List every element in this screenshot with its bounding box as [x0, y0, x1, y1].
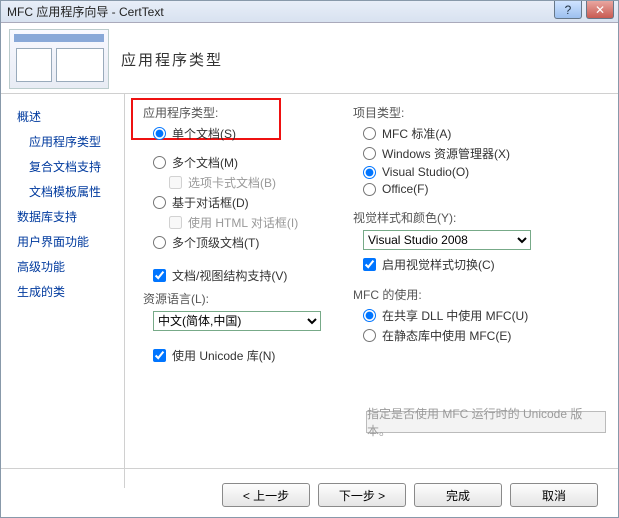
- footer-divider: [1, 468, 618, 469]
- resource-lang-row: 中文(简体,中国): [153, 311, 343, 331]
- sidebar-item-ui-features[interactable]: 用户界面功能: [1, 229, 124, 254]
- window-title: MFC 应用程序向导 - CertText: [7, 3, 164, 20]
- sidebar-item-overview[interactable]: 概述: [1, 104, 124, 129]
- sidebar-item-advanced[interactable]: 高级功能: [1, 254, 124, 279]
- cancel-button[interactable]: 取消: [510, 483, 598, 507]
- check-tabbed-doc: 选项卡式文档(B): [169, 174, 343, 191]
- sidebar-item-database[interactable]: 数据库支持: [1, 204, 124, 229]
- sidebar-item-app-type[interactable]: 应用程序类型: [1, 129, 124, 154]
- prev-button[interactable]: < 上一步: [222, 483, 310, 507]
- right-column: 项目类型: MFC 标准(A) Windows 资源管理器(X) Visual …: [353, 104, 593, 347]
- titlebar: MFC 应用程序向导 - CertText ? ✕: [1, 1, 618, 23]
- sidebar: 概述 应用程序类型 复合文档支持 文档模板属性 数据库支持 用户界面功能 高级功…: [1, 94, 125, 488]
- radio-office[interactable]: Office(F): [363, 182, 593, 196]
- help-icon: ?: [565, 3, 572, 17]
- check-use-unicode[interactable]: 使用 Unicode 库(N): [153, 347, 343, 364]
- sidebar-item-compound-doc[interactable]: 复合文档支持: [1, 154, 124, 179]
- radio-mfc-standard[interactable]: MFC 标准(A): [363, 125, 593, 142]
- radio-multi-doc[interactable]: 多个文档(M): [153, 154, 343, 171]
- radio-windows-explorer[interactable]: Windows 资源管理器(X): [363, 145, 593, 162]
- check-use-html-dialog: 使用 HTML 对话框(I): [169, 214, 343, 231]
- radio-visual-studio[interactable]: Visual Studio(O): [363, 165, 593, 179]
- page-title: 应用程序类型: [121, 49, 223, 70]
- radio-multi-top-doc[interactable]: 多个顶级文档(T): [153, 234, 343, 251]
- radio-single-doc[interactable]: 单个文档(S): [153, 125, 343, 142]
- wizard-header-icon: [9, 29, 109, 89]
- finish-button[interactable]: 完成: [414, 483, 502, 507]
- help-button[interactable]: ?: [554, 1, 582, 19]
- next-button[interactable]: 下一步 >: [318, 483, 406, 507]
- check-enable-style-switch[interactable]: 启用视觉样式切换(C): [363, 256, 593, 273]
- visual-style-row: Visual Studio 2008: [363, 230, 593, 250]
- sidebar-item-doc-template[interactable]: 文档模板属性: [1, 179, 124, 204]
- visual-style-select[interactable]: Visual Studio 2008: [363, 230, 531, 250]
- check-doc-view-support[interactable]: 文档/视图结构支持(V): [153, 267, 343, 284]
- radio-dialog-based[interactable]: 基于对话框(D): [153, 194, 343, 211]
- close-icon: ✕: [595, 3, 605, 17]
- resource-language-select[interactable]: 中文(简体,中国): [153, 311, 321, 331]
- sidebar-item-generated-classes[interactable]: 生成的类: [1, 279, 124, 304]
- dialog-window: MFC 应用程序向导 - CertText ? ✕ 应用程序类型 概述 应用程序…: [0, 0, 619, 518]
- mfc-use-legend: MFC 的使用:: [353, 286, 593, 303]
- visual-style-legend: 视觉样式和颜色(Y):: [353, 209, 593, 226]
- radio-mfc-shared-dll[interactable]: 在共享 DLL 中使用 MFC(U): [363, 307, 593, 324]
- wizard-header: 应用程序类型: [1, 23, 618, 94]
- app-type-legend: 应用程序类型:: [143, 104, 343, 121]
- radio-mfc-static-lib[interactable]: 在静态库中使用 MFC(E): [363, 327, 593, 344]
- close-button[interactable]: ✕: [586, 1, 614, 19]
- hint-bar: 指定是否使用 MFC 运行时的 Unicode 版本。: [366, 411, 606, 433]
- titlebar-buttons: ? ✕: [554, 1, 614, 19]
- footer: < 上一步 下一步 > 完成 取消: [1, 483, 618, 507]
- resource-lang-label: 资源语言(L):: [143, 290, 343, 307]
- project-type-legend: 项目类型:: [353, 104, 593, 121]
- left-column: 应用程序类型: 单个文档(S) 多个文档(M) 选项卡式文档(B) 基于对话框(…: [143, 104, 343, 367]
